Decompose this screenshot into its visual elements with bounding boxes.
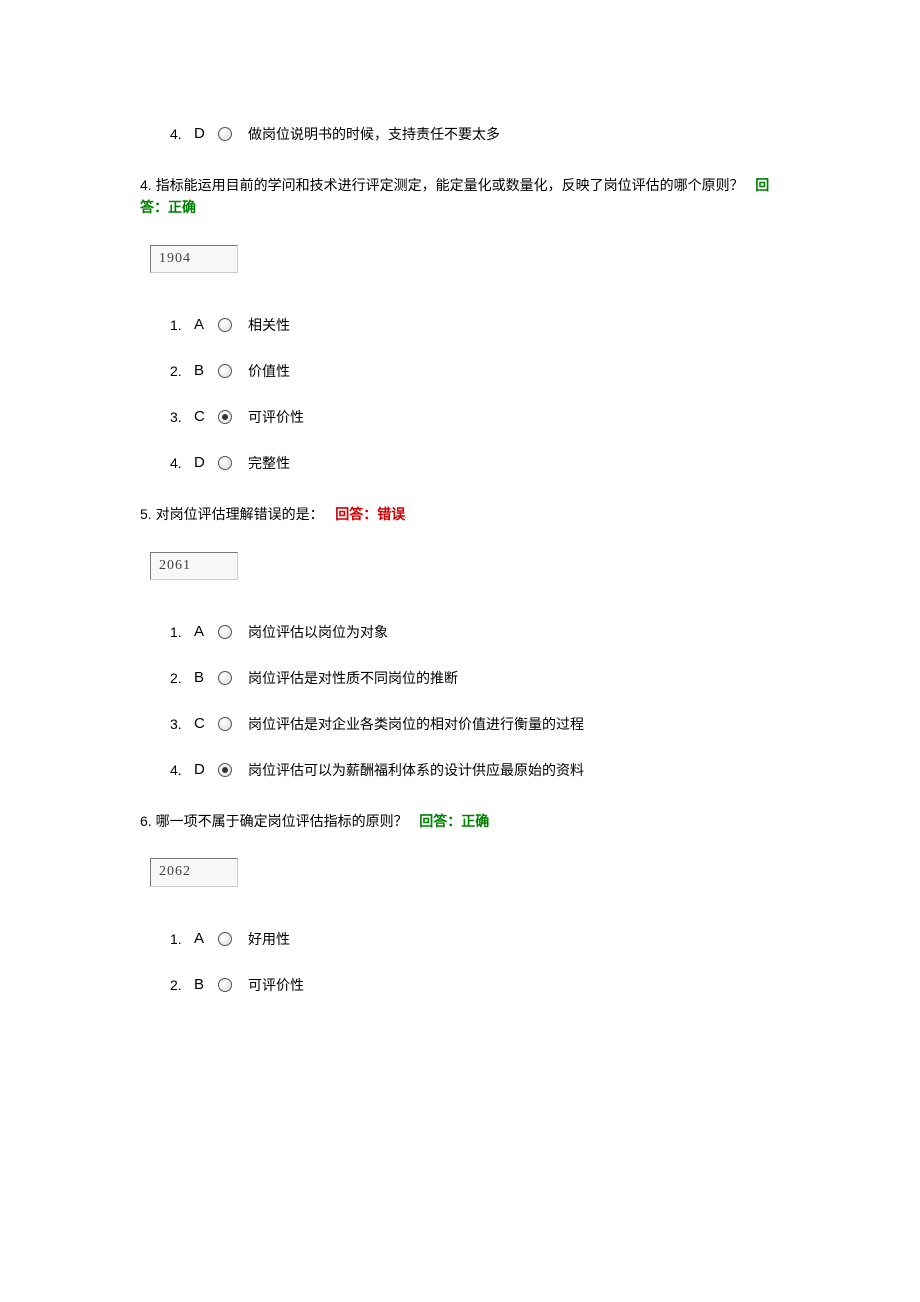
option-letter: A [194, 620, 214, 644]
question-text: 指标能运用目前的学问和技术进行评定测定，能定量化或数量化，反映了岗位评估的哪个原… [156, 177, 744, 193]
option-row: 1.A 岗位评估以岗位为对象 [170, 620, 780, 644]
radio-icon[interactable] [218, 932, 232, 946]
option-number: 1. [170, 621, 190, 643]
question-number: 4. [140, 177, 152, 193]
option-row: 3.C 岗位评估是对企业各类岗位的相对价值进行衡量的过程 [170, 712, 780, 736]
option-number: 4. [170, 452, 190, 474]
answer-status: 回答：正确 [419, 813, 489, 829]
option-letter: A [194, 927, 214, 951]
radio-icon[interactable] [218, 127, 232, 141]
question-text: 对岗位评估理解错误的是： [156, 506, 324, 522]
options-group-q5: 1.A 岗位评估以岗位为对象 2.B 岗位评估是对性质不同岗位的推断 3.C 岗位评估是对… [140, 620, 780, 782]
option-letter: C [194, 405, 214, 429]
option-text: 做岗位说明书的时候，支持责任不要太多 [248, 123, 500, 145]
option-number: 2. [170, 974, 190, 996]
option-text: 岗位评估可以为薪酬福利体系的设计供应最原始的资料 [248, 759, 584, 781]
answer-status: 回答：错误 [335, 506, 405, 522]
option-number: 1. [170, 314, 190, 336]
question-4: 4. 指标能运用目前的学问和技术进行评定测定，能定量化或数量化，反映了岗位评估的… [140, 174, 780, 219]
option-text: 可评价性 [248, 974, 304, 996]
radio-icon[interactable] [218, 625, 232, 639]
radio-icon[interactable] [218, 364, 232, 378]
option-letter: C [194, 712, 214, 736]
option-number: 4. [170, 123, 190, 145]
option-text: 完整性 [248, 452, 290, 474]
option-number: 2. [170, 667, 190, 689]
question-id-box: 1904 [150, 245, 238, 273]
radio-icon[interactable] [218, 410, 232, 424]
option-text: 岗位评估是对性质不同岗位的推断 [248, 667, 458, 689]
option-letter: B [194, 666, 214, 690]
option-number: 3. [170, 713, 190, 735]
question-id-box: 2062 [150, 858, 238, 886]
question-5: 5. 对岗位评估理解错误的是： 回答：错误 [140, 503, 780, 525]
option-letter: D [194, 758, 214, 782]
option-number: 3. [170, 406, 190, 428]
radio-icon[interactable] [218, 671, 232, 685]
options-group-q6: 1.A 好用性 2.B 可评价性 [140, 927, 780, 997]
option-row: 2.B 岗位评估是对性质不同岗位的推断 [170, 666, 780, 690]
option-row: 1.A 相关性 [170, 313, 780, 337]
option-letter: D [194, 122, 214, 146]
option-letter: B [194, 973, 214, 997]
option-text: 可评价性 [248, 406, 304, 428]
radio-icon[interactable] [218, 763, 232, 777]
question-text: 哪一项不属于确定岗位评估指标的原则？ [156, 813, 408, 829]
option-number: 2. [170, 360, 190, 382]
option-row: 3.C 可评价性 [170, 405, 780, 429]
option-text: 岗位评估是对企业各类岗位的相对价值进行衡量的过程 [248, 713, 584, 735]
option-row: 1.A 好用性 [170, 927, 780, 951]
question-6: 6. 哪一项不属于确定岗位评估指标的原则？ 回答：正确 [140, 810, 780, 832]
option-row: 4.D 完整性 [170, 451, 780, 475]
option-text: 好用性 [248, 928, 290, 950]
question-id-box: 2061 [150, 552, 238, 580]
option-row: 2.B 价值性 [170, 359, 780, 383]
options-group-q4: 1.A 相关性 2.B 价值性 3.C 可评价性 4.D 完整性 [140, 313, 780, 475]
option-text: 价值性 [248, 360, 290, 382]
option-letter: A [194, 313, 214, 337]
option-text: 相关性 [248, 314, 290, 336]
option-row: 4. D 做岗位说明书的时候，支持责任不要太多 [170, 122, 780, 146]
radio-icon[interactable] [218, 717, 232, 731]
radio-icon[interactable] [218, 456, 232, 470]
option-number: 1. [170, 928, 190, 950]
radio-icon[interactable] [218, 318, 232, 332]
option-row: 4.D 岗位评估可以为薪酬福利体系的设计供应最原始的资料 [170, 758, 780, 782]
option-letter: D [194, 451, 214, 475]
radio-icon[interactable] [218, 978, 232, 992]
option-row: 2.B 可评价性 [170, 973, 780, 997]
question-number: 6. [140, 813, 152, 829]
option-number: 4. [170, 759, 190, 781]
question-number: 5. [140, 506, 152, 522]
option-letter: B [194, 359, 214, 383]
option-text: 岗位评估以岗位为对象 [248, 621, 388, 643]
